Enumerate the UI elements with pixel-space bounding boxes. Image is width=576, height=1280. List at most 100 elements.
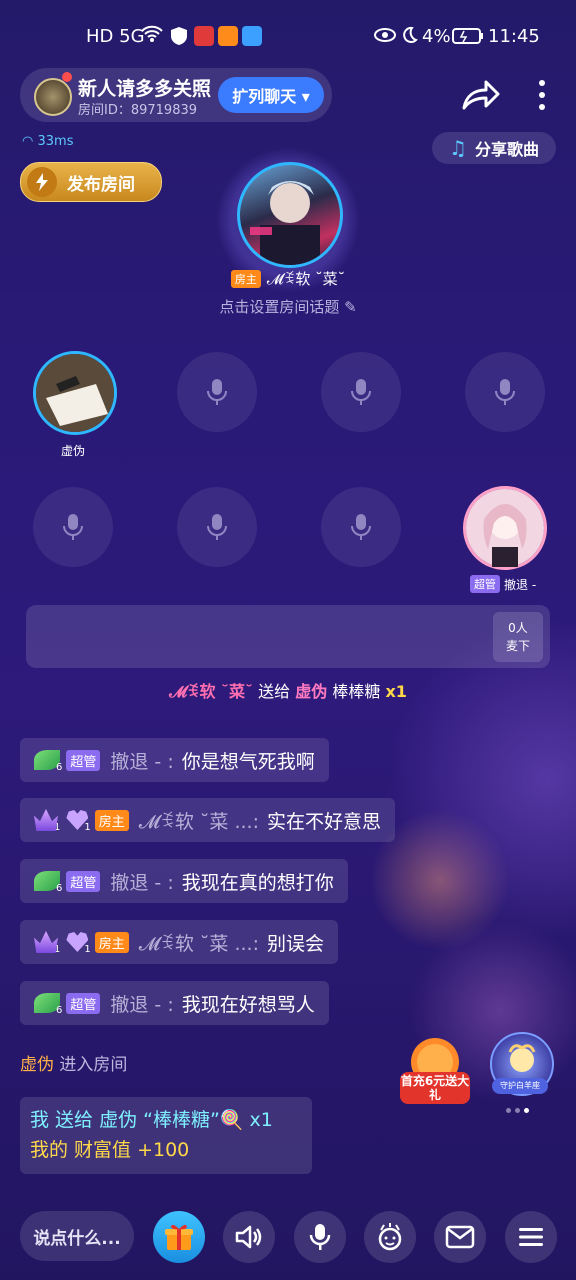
- seat-8-avatar[interactable]: [463, 486, 547, 570]
- chat-text: 实在不好意思: [267, 810, 382, 833]
- admin-badge: 超管: [66, 870, 101, 892]
- lightning-icon: [27, 167, 57, 197]
- music-note-icon: ♫: [449, 136, 467, 160]
- entering-user: 虚伪: [20, 1055, 54, 1075]
- room-id: 房间ID：89719839: [78, 103, 198, 118]
- admin-badge: 超管: [66, 992, 101, 1014]
- crown-level-icon: 1: [34, 930, 60, 955]
- my-gift-message: 我 送给 虚伪 “棒棒糖”🍭 x1 我的 财富值 +100: [20, 1097, 312, 1174]
- microphone-icon: [63, 514, 83, 540]
- chat-text: 我现在好想骂人: [181, 993, 315, 1016]
- room-topic-button[interactable]: 点击设置房间话题 ✎: [0, 296, 576, 317]
- gift-button[interactable]: [153, 1211, 205, 1263]
- owner-badge: 房主: [94, 809, 129, 831]
- chat-sender: 𝓜ꉂ软 ˘菜 ...:: [138, 810, 259, 833]
- chat-text: 别误会: [267, 932, 325, 955]
- seat-8-name: 撤退 -: [504, 577, 537, 592]
- battery-icon: [452, 28, 484, 49]
- chat-text: 你是想气死我啊: [181, 750, 315, 773]
- moon-icon: [400, 26, 418, 49]
- heart-icon: 1: [64, 930, 91, 955]
- seat-8-label: 超管 撤退 -: [470, 575, 536, 593]
- gift-sender: 𝓜ꉂ软 ˘菜˘: [169, 682, 254, 701]
- carousel-dots: [506, 1108, 529, 1113]
- leaf-level-icon: 6: [34, 991, 62, 1016]
- chat-sender: 撤退 - :: [110, 750, 174, 773]
- status-bar: HD 5G 4% 11:45: [0, 0, 576, 72]
- microphone-icon: [309, 1224, 331, 1250]
- more-options-icon[interactable]: [532, 78, 552, 112]
- menu-button[interactable]: [505, 1211, 557, 1263]
- wifi-icon: [140, 24, 164, 49]
- eye-icon: [374, 26, 396, 49]
- chat-message[interactable]: 6 超管 撤退 - : 我现在真的想打你: [20, 859, 348, 903]
- chat-sender: 𝓜ꉂ软 ˘菜 ...:: [138, 932, 259, 955]
- room-title: 新人请多多关照: [78, 78, 212, 100]
- host-name-line: 房主 𝓜ꉂ软 ˘菜˘: [0, 268, 576, 289]
- offmic-count-button[interactable]: 0人 麦下: [493, 612, 543, 662]
- gift-receiver: 虚伪: [295, 682, 328, 701]
- admin-badge: 超管: [470, 575, 500, 593]
- menu-icon: [519, 1228, 543, 1246]
- network-latency: ◠ 33ms: [22, 134, 74, 149]
- host-avatar[interactable]: [237, 162, 343, 268]
- microphone-icon: [207, 514, 227, 540]
- gift-broadcast: 𝓜ꉂ软 ˘菜˘ 送给 虚伪 棒棒糖 x1: [169, 682, 407, 701]
- microphone-icon: [351, 379, 371, 405]
- chat-message[interactable]: 6 超管 撤退 - : 我现在好想骂人: [20, 981, 329, 1025]
- owner-badge: 房主: [94, 931, 129, 953]
- empty-seat-2[interactable]: [177, 352, 257, 432]
- empty-seat-4[interactable]: [465, 352, 545, 432]
- guard-label: 守护白羊座: [492, 1078, 548, 1094]
- host-name: 𝓜ꉂ软 ˘菜˘: [266, 270, 346, 288]
- leaf-level-icon: 6: [34, 748, 62, 773]
- microphone-icon: [495, 379, 515, 405]
- room-avatar: [34, 78, 72, 116]
- chat-message[interactable]: 1 1 房主 𝓜ꉂ软 ˘菜 ...: 实在不好意思: [20, 798, 396, 842]
- enter-room-notice: 虚伪 进入房间: [20, 1055, 128, 1075]
- clock: 11:45: [488, 26, 540, 47]
- message-button[interactable]: [434, 1211, 486, 1263]
- microphone-button[interactable]: [294, 1211, 346, 1263]
- speaker-icon: [235, 1225, 262, 1249]
- wealth-line: 我的 财富值 +100: [30, 1139, 190, 1161]
- offline-board: [26, 605, 550, 668]
- chat-input[interactable]: 说点什么...: [20, 1211, 134, 1261]
- speaker-button[interactable]: [223, 1211, 275, 1263]
- emoji-button[interactable]: [364, 1211, 416, 1263]
- gift-name: 棒棒糖: [332, 682, 381, 701]
- emoji-icon: [378, 1223, 402, 1251]
- seat-1-name: 虚伪: [60, 444, 85, 458]
- publish-room-button[interactable]: 发布房间: [20, 162, 162, 202]
- empty-seat-7[interactable]: [321, 487, 401, 567]
- leaf-level-icon: 6: [34, 869, 62, 894]
- empty-seat-6[interactable]: [177, 487, 257, 567]
- app-notification-icon: [194, 26, 214, 46]
- my-gift-line: 我 送给 虚伪 “棒棒糖”🍭 x1: [30, 1109, 273, 1131]
- notification-dot: [62, 72, 72, 82]
- edit-icon: ✎: [344, 298, 357, 316]
- envelope-icon: [445, 1225, 475, 1249]
- app-notification-icon: [218, 26, 238, 46]
- share-song-button[interactable]: ♫ 分享歌曲: [432, 132, 556, 164]
- seat-1-avatar[interactable]: [33, 351, 117, 435]
- expand-chat-button[interactable]: 扩列聊天 ▾: [218, 77, 324, 113]
- microphone-icon: [351, 514, 371, 540]
- chat-message[interactable]: 1 1 房主 𝓜ꉂ软 ˘菜 ...: 别误会: [20, 920, 339, 964]
- gift-icon: [165, 1224, 193, 1250]
- network-indicator: HD 5G: [86, 26, 145, 47]
- share-icon[interactable]: [460, 78, 500, 112]
- chat-sender: 撤退 - :: [110, 993, 174, 1016]
- crown-level-icon: 1: [34, 808, 60, 833]
- empty-seat-5[interactable]: [33, 487, 113, 567]
- heart-icon: 1: [64, 808, 91, 833]
- admin-badge: 超管: [66, 749, 101, 771]
- owner-badge: 房主: [230, 269, 261, 288]
- microphone-icon: [207, 379, 227, 405]
- chat-text: 我现在真的想打你: [181, 871, 334, 894]
- empty-seat-3[interactable]: [321, 352, 401, 432]
- chat-message[interactable]: 6 超管 撤退 - : 你是想气死我啊: [20, 738, 329, 782]
- shield-icon: [170, 26, 190, 46]
- first-recharge-banner[interactable]: 首充6元送大礼: [398, 1028, 472, 1108]
- app-notification-icon: [242, 26, 262, 46]
